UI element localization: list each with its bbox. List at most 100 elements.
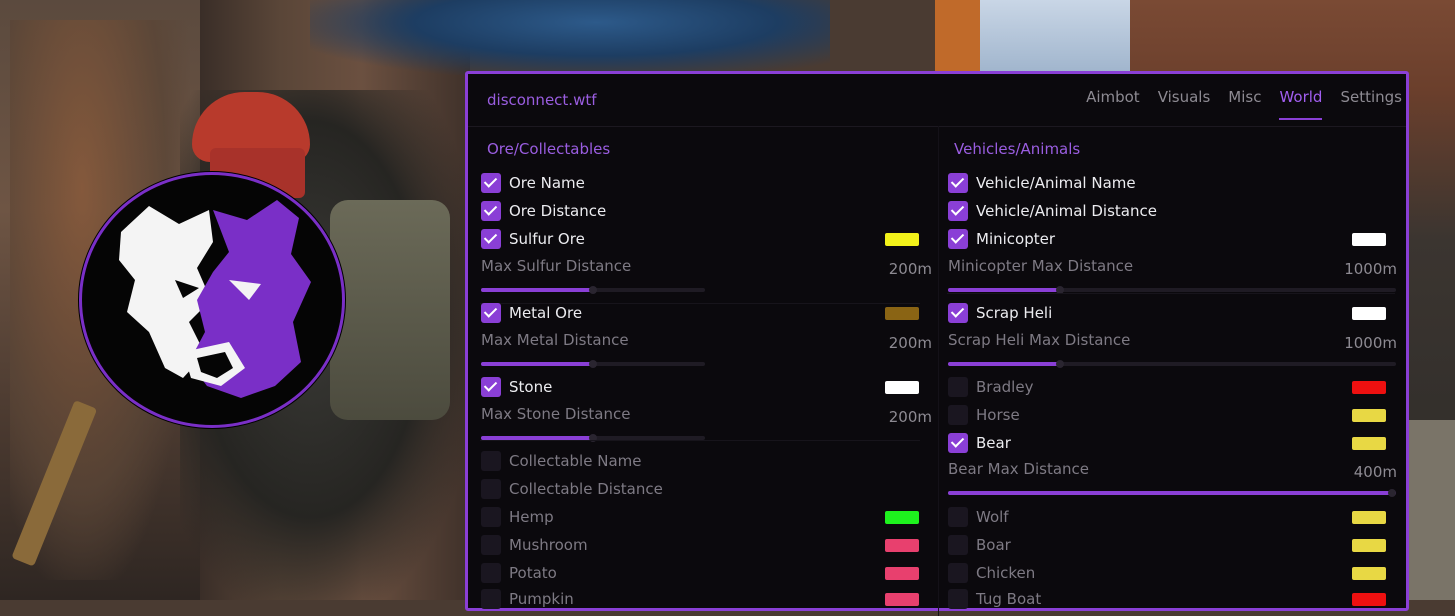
vehicle-animal-distance-option[interactable]: Vehicle/Animal Distance <box>947 201 1397 223</box>
ore-name-option[interactable]: Ore Name <box>480 173 932 195</box>
slider-label: Scrap Heli Max Distance <box>948 331 1131 349</box>
tug-boat-checkbox[interactable] <box>948 589 968 609</box>
bear-max-distance-slider[interactable] <box>948 489 1396 497</box>
bear-checkbox[interactable] <box>948 433 968 453</box>
potato-checkbox[interactable] <box>481 563 501 583</box>
tab-aimbot[interactable]: Aimbot <box>1086 88 1140 120</box>
sulfur-color-swatch[interactable] <box>885 233 919 246</box>
option-label: Ore Name <box>509 174 585 192</box>
divider <box>480 440 920 441</box>
slider-label: Minicopter Max Distance <box>948 257 1134 275</box>
minicopter-max-distance-slider[interactable] <box>948 286 1396 294</box>
slider-fill <box>481 288 593 292</box>
option-label: Hemp <box>509 508 554 526</box>
option-label: Tug Boat <box>976 590 1042 608</box>
hemp-color-swatch[interactable] <box>885 511 919 524</box>
bear-head-icon <box>119 200 311 398</box>
slider-value: 1000m <box>1344 260 1397 278</box>
scrap-heli-max-distance-slider[interactable] <box>948 360 1396 368</box>
ore-distance-option[interactable]: Ore Distance <box>480 201 932 223</box>
slider-handle[interactable] <box>589 286 597 294</box>
bear-color-swatch[interactable] <box>1352 437 1386 450</box>
bear-option[interactable]: Bear <box>947 433 1397 455</box>
bradley-color-swatch[interactable] <box>1352 381 1386 394</box>
slider-handle[interactable] <box>589 360 597 368</box>
tab-world[interactable]: World <box>1279 88 1323 120</box>
slider-fill <box>481 362 593 366</box>
option-label: Metal Ore <box>509 304 583 322</box>
collectable-distance-checkbox[interactable] <box>481 479 501 499</box>
metal-ore-option[interactable]: Metal Ore <box>480 303 932 325</box>
minicopter-color-swatch[interactable] <box>1352 233 1386 246</box>
pumpkin-option[interactable]: Pumpkin <box>480 589 932 611</box>
scrap-heli-color-swatch[interactable] <box>1352 307 1386 320</box>
chicken-color-swatch[interactable] <box>1352 567 1386 580</box>
mushroom-option[interactable]: Mushroom <box>480 535 932 557</box>
hemp-checkbox[interactable] <box>481 507 501 527</box>
column-divider <box>938 126 939 616</box>
scrap-heli-checkbox[interactable] <box>948 303 968 323</box>
metal-ore-checkbox[interactable] <box>481 303 501 323</box>
chicken-checkbox[interactable] <box>948 563 968 583</box>
max-sulfur-distance-slider[interactable] <box>481 286 705 294</box>
minicopter-checkbox[interactable] <box>948 229 968 249</box>
vehicle-animal-name-option[interactable]: Vehicle/Animal Name <box>947 173 1397 195</box>
slider-fill <box>948 288 1060 292</box>
slider-fill <box>948 491 1396 495</box>
ore-distance-checkbox[interactable] <box>481 201 501 221</box>
minicopter-option[interactable]: Minicopter <box>947 229 1397 251</box>
scrap-heli-option[interactable]: Scrap Heli <box>947 303 1397 325</box>
stone-checkbox[interactable] <box>481 377 501 397</box>
pumpkin-checkbox[interactable] <box>481 589 501 609</box>
hemp-option[interactable]: Hemp <box>480 507 932 529</box>
ore-name-checkbox[interactable] <box>481 173 501 193</box>
cheat-menu-window: disconnect.wtf Aimbot Visuals Misc World… <box>465 71 1409 616</box>
tab-misc[interactable]: Misc <box>1228 88 1261 120</box>
wolf-option[interactable]: Wolf <box>947 507 1397 529</box>
sulfur-ore-checkbox[interactable] <box>481 229 501 249</box>
mushroom-color-swatch[interactable] <box>885 539 919 552</box>
stone-option[interactable]: Stone <box>480 377 932 399</box>
slider-value: 200m <box>888 260 932 278</box>
potato-color-swatch[interactable] <box>885 567 919 580</box>
option-label: Sulfur Ore <box>509 230 585 248</box>
wolf-checkbox[interactable] <box>948 507 968 527</box>
option-label: Collectable Distance <box>509 480 663 498</box>
option-label: Chicken <box>976 564 1036 582</box>
horse-color-swatch[interactable] <box>1352 409 1386 422</box>
wolf-color-swatch[interactable] <box>1352 511 1386 524</box>
collectable-distance-option[interactable]: Collectable Distance <box>480 479 932 501</box>
bradley-checkbox[interactable] <box>948 377 968 397</box>
boar-checkbox[interactable] <box>948 535 968 555</box>
collectable-name-checkbox[interactable] <box>481 451 501 471</box>
metal-color-swatch[interactable] <box>885 307 919 320</box>
boar-color-swatch[interactable] <box>1352 539 1386 552</box>
tab-visuals[interactable]: Visuals <box>1158 88 1211 120</box>
vehicle-animal-distance-checkbox[interactable] <box>948 201 968 221</box>
section-title: Ore/Collectables <box>487 140 611 158</box>
chicken-option[interactable]: Chicken <box>947 563 1397 585</box>
brand-title: disconnect.wtf <box>487 91 597 109</box>
tab-settings[interactable]: Settings <box>1340 88 1402 120</box>
option-label: Minicopter <box>976 230 1056 248</box>
slider-value: 1000m <box>1344 334 1397 352</box>
sulfur-ore-option[interactable]: Sulfur Ore <box>480 229 932 251</box>
slider-handle[interactable] <box>1388 489 1396 497</box>
slider-value: 400m <box>1353 463 1397 481</box>
slider-fill <box>948 362 1060 366</box>
slider-label: Max Sulfur Distance <box>481 257 632 275</box>
horse-option[interactable]: Horse <box>947 405 1397 427</box>
collectable-name-option[interactable]: Collectable Name <box>480 451 932 473</box>
horse-checkbox[interactable] <box>948 405 968 425</box>
option-label: Mushroom <box>509 536 588 554</box>
background-character <box>310 0 830 75</box>
slider-handle[interactable] <box>1056 360 1064 368</box>
vehicle-animal-name-checkbox[interactable] <box>948 173 968 193</box>
mushroom-checkbox[interactable] <box>481 535 501 555</box>
tug-boat-option[interactable]: Tug Boat <box>947 589 1397 611</box>
potato-option[interactable]: Potato <box>480 563 932 585</box>
max-metal-distance-slider[interactable] <box>481 360 705 368</box>
stone-color-swatch[interactable] <box>885 381 919 394</box>
bradley-option[interactable]: Bradley <box>947 377 1397 399</box>
boar-option[interactable]: Boar <box>947 535 1397 557</box>
